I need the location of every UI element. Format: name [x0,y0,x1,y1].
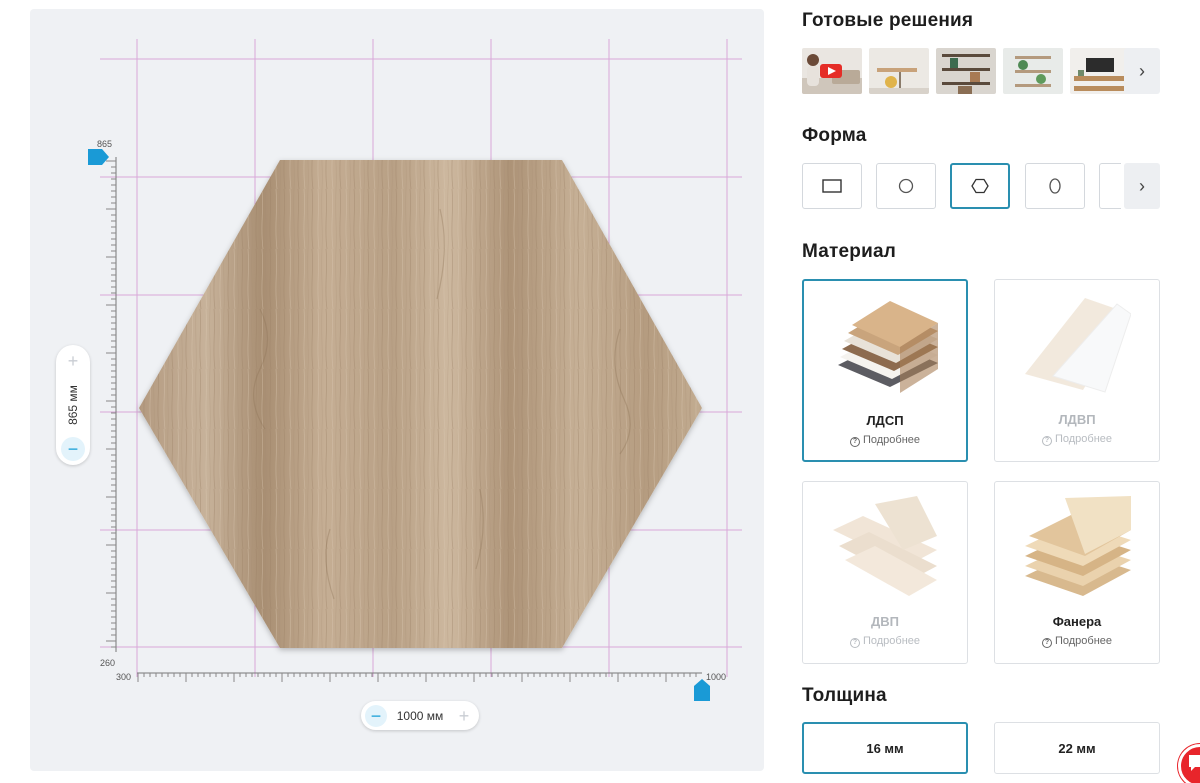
ready-solutions-title: Готовые решения [802,10,974,31]
ruler-left-label: 300 [116,672,132,682]
height-increase-button[interactable]: + [61,349,85,373]
oval-icon [1049,178,1061,194]
ready-solutions-next-button[interactable]: › [1124,48,1160,94]
ruler-top-label: 865 [97,139,113,149]
ready-solution-thumb-4[interactable] [1003,48,1063,94]
material-card-ldsp[interactable]: ЛДСП ? Подробнее [802,279,968,462]
material-name: Фанера [1052,614,1102,629]
material-name: ЛДСП [866,413,904,428]
height-decrease-button[interactable]: − [61,437,85,461]
chat-button[interactable] [1178,744,1200,783]
ready-solutions-carousel [802,48,1130,94]
ready-solution-thumb-3[interactable] [936,48,996,94]
help-icon: ? [849,638,860,648]
shapes-next-button[interactable]: › [1124,163,1160,209]
material-card-ldvp[interactable]: ЛДВП ? Подробнее [994,279,1160,462]
material-title: Материал [802,241,897,262]
ready-solution-thumb-5[interactable] [1070,48,1130,94]
ready-solution-video-thumb[interactable] [802,48,862,94]
height-drag-handle[interactable] [88,149,110,165]
material-card-dvp[interactable]: ДВП ? Подробнее [802,481,968,664]
fanera-sample-image [1025,496,1131,596]
shape-title: Форма [802,125,867,146]
hexagon-icon [971,178,989,194]
chat-icon [1189,755,1200,771]
help-icon: ? [849,437,860,447]
material-more-link[interactable]: ? Подробнее [803,635,967,648]
chevron-right-icon: › [1139,175,1145,196]
help-icon: ? [1041,638,1052,648]
ldsp-sample-image [838,301,938,393]
shape-circle-button[interactable] [876,163,936,209]
shape-hexagon-button[interactable] [950,163,1010,209]
width-control: − 1000 мм + [361,701,479,730]
height-value[interactable]: 865 мм [66,385,80,425]
material-more-link[interactable]: ? Подробнее [804,434,966,447]
ready-solution-thumb-2[interactable] [869,48,929,94]
width-value[interactable]: 1000 мм [397,709,444,723]
ruler-bottom-label: 260 [100,658,116,668]
width-decrease-button[interactable]: − [365,704,387,727]
material-card-fanera[interactable]: Фанера ? Подробнее [994,481,1160,664]
width-drag-handle[interactable] [694,679,710,701]
material-name: ЛДВП [1058,412,1096,427]
dvp-sample-image [833,496,937,596]
design-canvas[interactable]: 865 260 300 1000 + 865 мм − − 1000 мм + [30,9,764,771]
help-icon: ? [1041,436,1052,446]
thickness-title: Толщина [802,685,887,706]
thickness-22-button[interactable]: 22 мм [994,722,1160,774]
shape-more-button-partial[interactable] [1099,163,1121,209]
rectangle-icon [822,179,842,193]
material-more-link[interactable]: ? Подробнее [995,635,1159,648]
canvas-stage [100,39,742,682]
width-increase-button[interactable]: + [453,705,475,727]
height-control: + 865 мм − [56,345,90,465]
configurator: 865 260 300 1000 + 865 мм − − 1000 мм + … [0,0,1200,783]
shape-rectangle-button[interactable] [802,163,862,209]
thickness-16-button[interactable]: 16 мм [802,722,968,774]
material-name: ДВП [871,614,899,629]
shape-oval-button[interactable] [1025,163,1085,209]
ldvp-sample-image [1025,298,1131,393]
material-more-link[interactable]: ? Подробнее [995,433,1159,446]
chevron-right-icon: › [1139,60,1145,81]
circle-icon [898,178,914,194]
